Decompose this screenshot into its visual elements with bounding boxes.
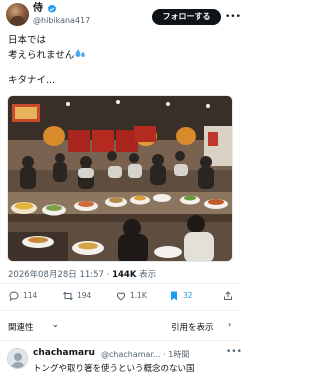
author-avatar[interactable] [6, 3, 29, 26]
more-icon[interactable]: ••• [225, 9, 241, 25]
repost-count: 194 [77, 291, 92, 300]
reply-count: 114 [23, 291, 38, 300]
post-time-text: 2026年08月28日 11:57 · [8, 270, 113, 280]
post-text: 日本では 考えられません キタナイ... [8, 35, 233, 87]
divider [0, 310, 240, 311]
post-text-line [8, 62, 233, 75]
reply-meta: @chachamar... · 1時間 [101, 350, 190, 359]
bookmark-icon [171, 291, 177, 301]
chevron-right-icon[interactable]: › [228, 320, 231, 329]
verified-badge-icon [47, 4, 57, 13]
reply-text: トングや取り箸を使うという概念のない国 [33, 364, 195, 374]
post-text-line-with-emoji: 考えられません [8, 48, 233, 63]
reply-author-name[interactable]: chachamaru [33, 348, 95, 358]
post-text-line: キタナイ... [8, 74, 56, 86]
reply-item[interactable]: chachamaru @chachamar... · 1時間 ••• トングや取… [0, 342, 242, 380]
divider [0, 340, 240, 341]
views-count: 144K [112, 270, 137, 280]
divider [0, 283, 240, 284]
post-text-line: 考えられません [8, 49, 75, 61]
sort-relevance-dropdown[interactable]: 関連性 [8, 321, 34, 333]
post-actions: 114 194 1.1K 32 [0, 285, 240, 309]
reply-more-icon[interactable]: ••• [226, 347, 242, 357]
like-icon [116, 292, 126, 301]
follow-button[interactable]: フォローする [152, 9, 221, 25]
author-handle[interactable]: @hibikana417 [33, 16, 90, 26]
related-row: 関連性 ⌄ 引用を表示 › [0, 313, 240, 339]
reply-icon [9, 291, 19, 302]
post-media-photo[interactable] [7, 95, 233, 262]
post-text-line: 日本では [8, 35, 47, 46]
like-count: 1.1K [130, 291, 147, 300]
restaurant-photo [8, 96, 232, 261]
sweat-drops-icon [75, 48, 85, 57]
bookmark-count: 32 [183, 291, 193, 300]
chevron-down-icon[interactable]: ⌄ [52, 320, 59, 329]
repost-icon [63, 291, 73, 301]
post-timestamp[interactable]: 2026年08月28日 11:57 · 144K 表示 [8, 268, 156, 280]
share-icon [224, 291, 232, 300]
reply-avatar[interactable] [7, 348, 28, 369]
author-display-name[interactable]: 侍 [33, 3, 43, 15]
post-header: 侍 @hibikana417 フォローする ••• [0, 0, 241, 30]
view-quotes-link[interactable]: 引用を表示 [171, 321, 214, 333]
views-label: 表示 [136, 270, 157, 280]
